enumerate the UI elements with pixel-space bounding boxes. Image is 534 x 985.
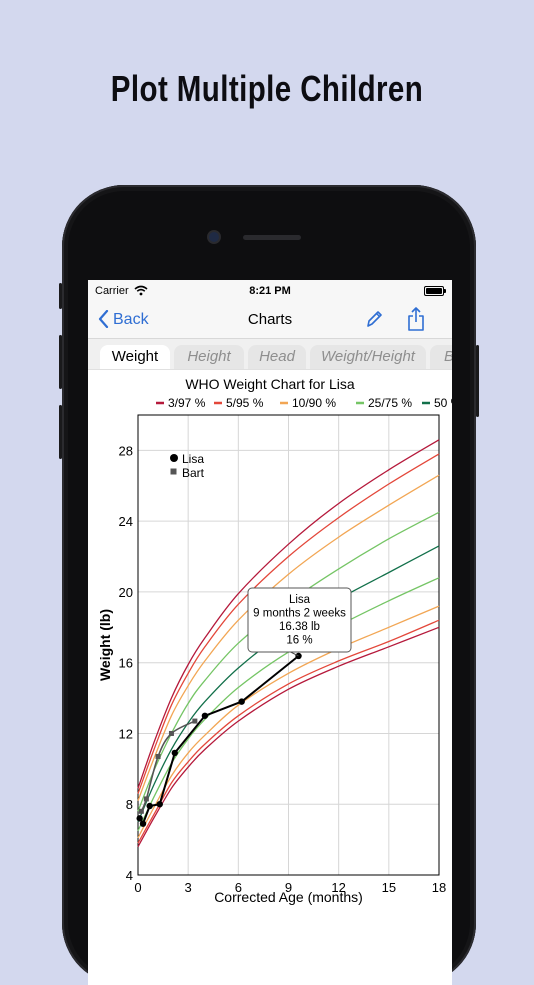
- y-axis-label: Weight (lb): [97, 609, 113, 681]
- tab-weight[interactable]: Weight: [100, 345, 170, 369]
- legend-label: 25/75 %: [368, 396, 412, 410]
- tooltip-line: 16 %: [286, 635, 312, 647]
- status-bar: Carrier 8:21 PM: [88, 280, 452, 302]
- pencil-icon[interactable]: [364, 308, 384, 335]
- x-tick-label: 18: [432, 880, 446, 895]
- chart-tab-bar: Weight Height Head Weight/Height B: [88, 339, 452, 370]
- legend-label: 50 %: [434, 396, 452, 410]
- x-tick-label: 0: [134, 880, 141, 895]
- x-tick-label: 15: [382, 880, 396, 895]
- tooltip-line: 16.38 lb: [279, 621, 320, 633]
- lisa-point: [238, 698, 245, 705]
- phone-frame: Carrier 8:21 PM Back Charts Weight Heigh…: [59, 185, 479, 985]
- legend-label: 3/97 %: [168, 396, 206, 410]
- mute-switch: [59, 283, 62, 309]
- tooltip-line: Lisa: [289, 594, 311, 606]
- tab-bmi[interactable]: B: [430, 345, 452, 369]
- x-axis-label: Corrected Age (months): [214, 889, 363, 905]
- bart-legend-label: Bart: [182, 466, 205, 480]
- navigation-bar: Back Charts: [88, 302, 452, 339]
- y-tick-label: 8: [126, 797, 133, 812]
- volume-down-button: [59, 405, 62, 459]
- earpiece-speaker: [243, 235, 301, 240]
- tab-weight-height[interactable]: Weight/Height: [310, 345, 426, 369]
- y-tick-label: 28: [119, 443, 133, 458]
- bart-point: [143, 796, 149, 802]
- lisa-point: [156, 801, 163, 808]
- front-camera: [209, 232, 219, 242]
- y-tick-label: 20: [119, 585, 133, 600]
- lisa-point: [201, 712, 209, 719]
- bart-point: [168, 730, 174, 736]
- weight-chart[interactable]: WHO Weight Chart for Lisa 3/97 % 5/95 % 10…: [88, 370, 452, 985]
- tab-head[interactable]: Head: [248, 345, 306, 369]
- bart-line: [140, 720, 196, 812]
- lisa-legend-marker: [170, 454, 178, 462]
- share-icon[interactable]: [406, 306, 426, 337]
- lisa-point: [136, 815, 143, 822]
- x-tick-label: 3: [185, 880, 192, 895]
- y-tick-label: 16: [119, 656, 133, 671]
- headline: Plot Multiple Children: [110, 68, 424, 109]
- lisa-point: [139, 820, 147, 827]
- screen: Carrier 8:21 PM Back Charts Weight Heigh…: [88, 280, 452, 985]
- bart-point: [192, 718, 198, 724]
- bart-legend-marker: [170, 468, 177, 475]
- y-tick-label: 12: [119, 726, 133, 741]
- battery-icon: [424, 286, 446, 296]
- chart-svg[interactable]: 3/97 %5/95 %10/90 %25/75 %50 %0369121518…: [88, 370, 452, 985]
- status-time: 8:21 PM: [249, 285, 291, 297]
- lisa-point: [146, 802, 153, 810]
- volume-up-button: [59, 335, 62, 389]
- lisa-point: [171, 749, 178, 757]
- legend-label: 5/95 %: [226, 396, 264, 410]
- lisa-legend-label: Lisa: [182, 452, 204, 466]
- bart-point: [138, 808, 144, 814]
- y-tick-label: 4: [126, 868, 133, 883]
- bart-point: [155, 753, 161, 759]
- nav-title: Charts: [247, 311, 293, 328]
- tooltip-line: 9 months 2 weeks: [253, 608, 346, 620]
- tab-height[interactable]: Height: [174, 345, 244, 369]
- power-button: [476, 345, 479, 417]
- y-tick-label: 24: [119, 514, 133, 529]
- legend-label: 10/90 %: [292, 396, 336, 410]
